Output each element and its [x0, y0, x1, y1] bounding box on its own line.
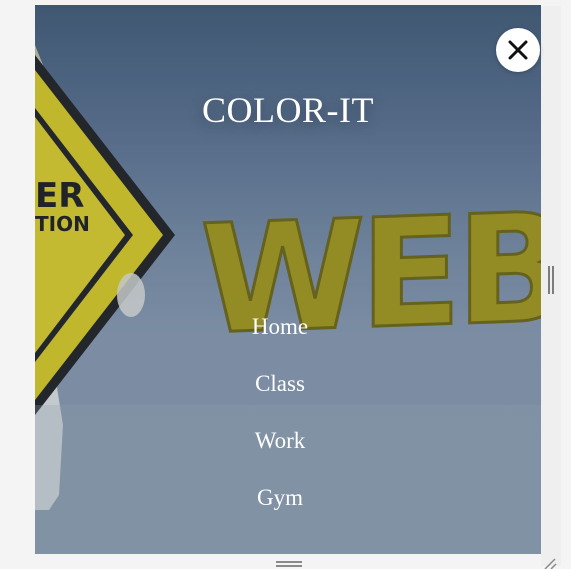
close-menu-button[interactable] [496, 28, 540, 72]
nav-overlay-panel: ER TION WEBSI COLOR-IT Home Class Work G… [35, 5, 541, 554]
nav-item-class[interactable]: Class [35, 362, 525, 419]
vertical-resize-handle[interactable] [548, 266, 554, 294]
brand-title[interactable]: COLOR-IT [35, 89, 541, 131]
app-viewport: ER TION WEBSI COLOR-IT Home Class Work G… [0, 0, 571, 569]
horizontal-resize-handle[interactable] [276, 561, 302, 567]
nav-menu: Home Class Work Gym [35, 305, 525, 533]
nav-item-gym[interactable]: Gym [35, 476, 525, 533]
resize-corner-icon[interactable] [543, 557, 557, 569]
close-icon [508, 40, 528, 60]
nav-item-home[interactable]: Home [35, 305, 525, 362]
nav-item-work[interactable]: Work [35, 419, 525, 476]
